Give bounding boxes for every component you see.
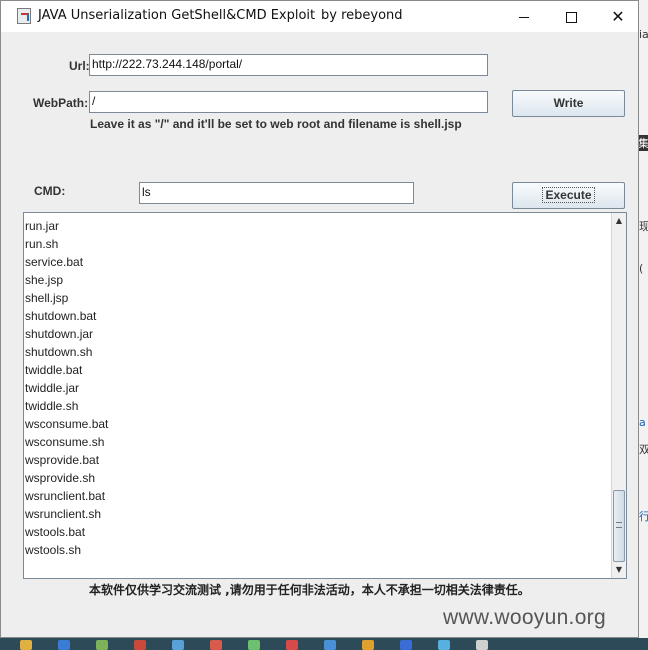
window-title: JAVA Unserialization GetShell&CMD Exploi… <box>38 8 316 23</box>
output-line: run.sh <box>25 237 59 251</box>
minimize-button[interactable] <box>501 1 547 32</box>
background-text: 现 <box>639 220 648 233</box>
output-line: service.bat <box>25 255 84 269</box>
output-line: she.jsp <box>25 273 64 287</box>
close-button[interactable]: ✕ <box>595 1 641 32</box>
background-text: a <box>639 416 646 429</box>
scroll-down-icon[interactable]: ▼ <box>614 563 624 577</box>
background-window-edge: ia 集 现 ( a 双 行 <box>638 0 648 638</box>
output-line: run.jar <box>25 219 60 233</box>
app-icon[interactable] <box>96 640 108 650</box>
app-icon[interactable] <box>286 640 298 650</box>
minimize-icon <box>519 17 529 18</box>
webpath-hint: Leave it as "/" and it'll be set to web … <box>90 117 462 131</box>
execute-button-label: Execute <box>542 187 595 203</box>
app-icon[interactable] <box>210 640 222 650</box>
scrollbar-thumb[interactable] <box>613 490 625 562</box>
app-icon[interactable] <box>172 640 184 650</box>
output-line: wsconsume.bat <box>25 417 109 431</box>
execute-button[interactable]: Execute <box>512 182 625 209</box>
webpath-input[interactable]: / <box>89 91 488 113</box>
output-line: shutdown.jar <box>25 327 94 341</box>
output-line: twiddle.jar <box>25 381 80 395</box>
background-text: ( <box>639 262 644 275</box>
output-line: wsrunclient.bat <box>25 489 106 503</box>
webpath-label: WebPath: <box>33 96 89 110</box>
app-icon[interactable] <box>476 640 488 650</box>
background-text: 集 <box>638 135 648 151</box>
app-icon[interactable] <box>134 640 146 650</box>
url-label: Url: <box>69 59 90 73</box>
output-line: twiddle.bat <box>25 363 83 377</box>
grip-icon <box>616 522 622 528</box>
url-input[interactable]: http://222.73.244.148/portal/ <box>89 54 488 76</box>
app-icon[interactable] <box>438 640 450 650</box>
exploit-window: JAVA Unserialization GetShell&CMD Exploi… <box>0 0 639 638</box>
app-icon[interactable] <box>362 640 374 650</box>
output-lines: run.jar run.sh service.bat she.jsp shell.jsp… <box>24 217 612 559</box>
java-app-icon <box>17 8 31 24</box>
maximize-icon <box>565 12 577 23</box>
disclaimer-text: 本软件仅供学习交流测试 ,请勿用于任何非法活动，本人不承担一切相关法律责任。 <box>89 583 530 597</box>
taskbar <box>0 638 648 650</box>
browser-icon[interactable] <box>58 640 70 650</box>
output-line: wstools.sh <box>25 543 82 557</box>
output-line: twiddle.sh <box>25 399 79 413</box>
output-line: shutdown.bat <box>25 309 97 323</box>
scroll-up-icon[interactable]: ▲ <box>614 214 624 228</box>
output-line: wsconsume.sh <box>25 435 105 449</box>
background-text: 行 <box>639 510 648 523</box>
app-icon[interactable] <box>400 640 412 650</box>
output-line: wsprovide.bat <box>25 453 100 467</box>
background-text: 双 <box>639 443 648 456</box>
watermark: www.wooyun.org <box>443 606 606 629</box>
app-icon[interactable] <box>248 640 260 650</box>
output-line: shell.jsp <box>25 291 69 305</box>
cmd-input[interactable]: ls <box>139 182 414 204</box>
output-line: wsrunclient.sh <box>25 507 102 521</box>
write-button[interactable]: Write <box>512 90 625 117</box>
folder-icon[interactable] <box>20 640 32 650</box>
app-icon[interactable] <box>324 640 336 650</box>
window-author: by rebeyond <box>321 8 403 23</box>
title-bar[interactable]: JAVA Unserialization GetShell&CMD Exploi… <box>1 1 638 32</box>
maximize-button[interactable] <box>548 1 594 32</box>
output-line: shutdown.sh <box>25 345 93 359</box>
output-line: wstools.bat <box>25 525 86 539</box>
output-line: wsprovide.sh <box>25 471 96 485</box>
vertical-scrollbar[interactable]: ▲ ▼ <box>611 213 626 578</box>
command-output-area[interactable]: run.jar run.sh service.bat she.jsp shell.jsp… <box>23 212 627 579</box>
cmd-label: CMD: <box>34 184 66 198</box>
